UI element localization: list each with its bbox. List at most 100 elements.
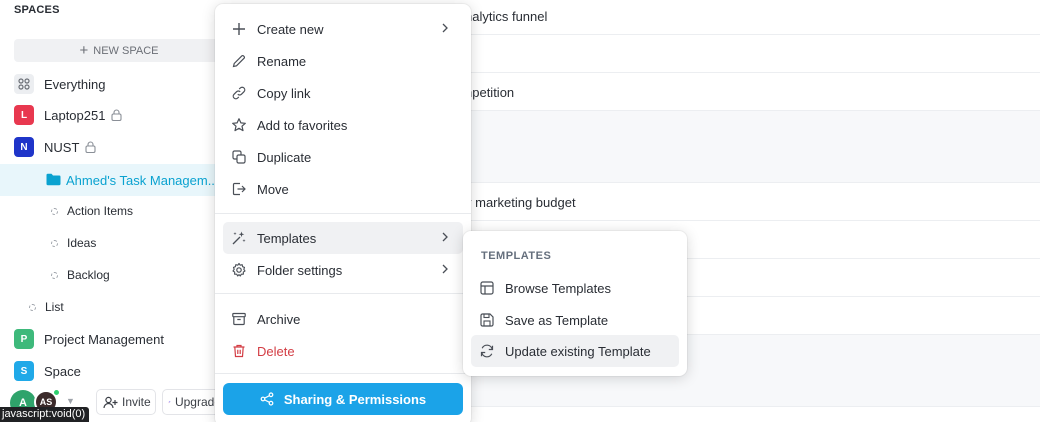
task-group-row — [470, 111, 1040, 183]
invite-label: Invite — [122, 395, 151, 409]
menu-item-label: Create new — [257, 21, 324, 37]
list-status-icon — [29, 304, 36, 311]
pencil-icon — [232, 54, 246, 68]
menu-item-label: Move — [257, 181, 289, 197]
upgrade-button[interactable]: Upgrade — [162, 389, 222, 415]
templates-submenu: TEMPLATES Browse Templates Save as Templ… — [463, 231, 687, 376]
sidebar-item-label: List — [45, 300, 64, 314]
chevron-right-icon — [442, 232, 448, 242]
submenu-item-save-as-template[interactable]: Save as Template — [471, 304, 679, 336]
submenu-item-browse-templates[interactable]: Browse Templates — [471, 272, 679, 304]
save-template-icon — [480, 313, 494, 327]
new-space-button[interactable]: + NEW SPACE — [14, 39, 224, 62]
add-user-icon — [103, 396, 118, 408]
sidebar-item-nust[interactable]: N NUST — [0, 132, 230, 162]
space-avatar: L — [14, 105, 34, 125]
refresh-icon — [480, 344, 494, 358]
list-status-icon — [51, 272, 58, 279]
invite-button[interactable]: Invite — [96, 389, 156, 415]
submenu-item-update-existing-template[interactable]: Update existing Template — [471, 335, 679, 367]
submenu-title: TEMPLATES — [481, 250, 552, 262]
space-avatar: P — [14, 329, 34, 349]
menu-item-create-new[interactable]: Create new — [223, 13, 463, 45]
sidebar-item-label: Action Items — [67, 204, 134, 218]
menu-item-label: Delete — [257, 343, 295, 359]
task-row[interactable]: npetition — [465, 73, 1040, 111]
submenu-item-label: Update existing Template — [505, 343, 651, 359]
plus-icon: + — [79, 42, 89, 59]
plus-icon — [233, 23, 245, 35]
list-status-icon — [51, 208, 58, 215]
task-name[interactable]: y marketing budget — [465, 195, 576, 210]
sidebar-item-action-items[interactable]: Action Items — [0, 196, 230, 226]
chevron-right-icon — [442, 23, 448, 33]
task-row[interactable]: s — [465, 35, 1040, 73]
sidebar-item-project-management[interactable]: P Project Management — [0, 324, 230, 354]
menu-item-label: Copy link — [257, 85, 311, 101]
browse-template-icon — [480, 281, 494, 295]
lock-icon — [111, 108, 123, 121]
sidebar-item-label: Project Management — [44, 331, 164, 347]
sidebar-item-label: Ideas — [67, 236, 97, 250]
sidebar-item-list[interactable]: List — [0, 292, 230, 322]
sidebar-item-backlog[interactable]: Backlog — [0, 260, 230, 290]
menu-item-duplicate[interactable]: Duplicate — [223, 141, 463, 173]
sidebar-item-laptop251[interactable]: L Laptop251 — [0, 100, 230, 130]
chevron-down-icon[interactable]: ▼ — [66, 396, 75, 406]
menu-divider — [215, 373, 471, 374]
star-icon — [232, 118, 246, 132]
menu-divider — [215, 213, 471, 214]
duplicate-icon — [232, 150, 246, 164]
trash-icon — [233, 344, 245, 358]
move-icon — [232, 182, 246, 196]
lock-icon — [85, 140, 96, 153]
share-icon — [260, 392, 274, 406]
list-status-icon — [51, 240, 58, 247]
sidebar-item-label: Backlog — [67, 268, 110, 282]
gear-icon — [232, 262, 246, 277]
menu-item-archive[interactable]: Archive — [223, 303, 463, 335]
task-row[interactable]: y marketing budget — [465, 183, 1040, 221]
link-icon — [232, 86, 246, 100]
menu-item-label: Archive — [257, 311, 301, 327]
menu-item-add-to-favorites[interactable]: Add to favorites — [223, 109, 463, 141]
menu-item-templates[interactable]: Templates — [223, 222, 463, 254]
everything-icon — [14, 74, 34, 94]
sidebar-item-label: Space — [44, 363, 81, 379]
online-status-dot — [53, 389, 60, 396]
archive-icon — [232, 312, 246, 326]
sidebar-item-everything[interactable]: Everything — [0, 69, 230, 99]
menu-item-delete[interactable]: Delete — [223, 335, 463, 367]
folder-context-menu: Create new Rename Copy link Add to favor… — [215, 4, 471, 422]
menu-item-label: Templates — [257, 230, 317, 246]
task-name[interactable]: nalytics funnel — [465, 9, 547, 24]
task-name[interactable]: npetition — [465, 85, 514, 100]
templates-icon — [232, 231, 246, 245]
new-space-label: NEW SPACE — [93, 44, 159, 57]
sharing-permissions-button[interactable]: Sharing & Permissions — [223, 383, 463, 415]
sharing-permissions-label: Sharing & Permissions — [283, 391, 427, 407]
sidebar-item-label: NUST — [44, 140, 96, 155]
menu-item-rename[interactable]: Rename — [223, 45, 463, 77]
menu-item-label: Folder settings — [257, 262, 343, 278]
space-avatar: N — [14, 137, 34, 157]
sidebar-item-space[interactable]: S Space — [0, 356, 230, 386]
submenu-item-label: Save as Template — [505, 312, 609, 328]
sidebar-item-folder[interactable]: Ahmed's Task Managem... — [0, 164, 230, 196]
folder-icon — [46, 173, 61, 186]
sidebar-item-ideas[interactable]: Ideas — [0, 228, 230, 258]
spaces-section-title: SPACES — [14, 4, 60, 16]
task-row[interactable]: nalytics funnel — [465, 0, 1040, 35]
menu-item-label: Rename — [257, 53, 307, 69]
menu-item-move[interactable]: Move — [223, 173, 463, 205]
menu-item-copy-link[interactable]: Copy link — [223, 77, 463, 109]
link-status-tooltip: javascript:void(0) — [0, 407, 90, 422]
chevron-right-icon — [442, 264, 448, 274]
sidebar-item-label: Everything — [44, 76, 106, 92]
menu-divider — [215, 293, 471, 294]
menu-item-label: Duplicate — [257, 149, 312, 165]
menu-item-label: Add to favorites — [257, 117, 348, 133]
menu-item-folder-settings[interactable]: Folder settings — [223, 254, 463, 286]
space-avatar: S — [14, 361, 34, 381]
sparkle-icon — [168, 400, 171, 404]
